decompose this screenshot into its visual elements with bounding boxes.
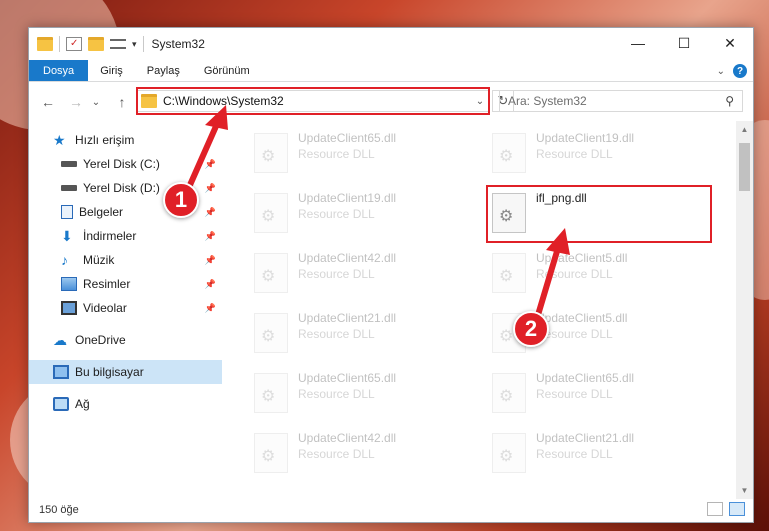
annotation-arrows bbox=[187, 105, 570, 328]
arrow-1-shaft bbox=[187, 121, 220, 188]
step-2-badge: 2 bbox=[513, 311, 549, 347]
arrow-2-head bbox=[546, 228, 570, 255]
step-1-badge: 1 bbox=[163, 182, 199, 218]
arrow-1-head bbox=[205, 105, 228, 130]
